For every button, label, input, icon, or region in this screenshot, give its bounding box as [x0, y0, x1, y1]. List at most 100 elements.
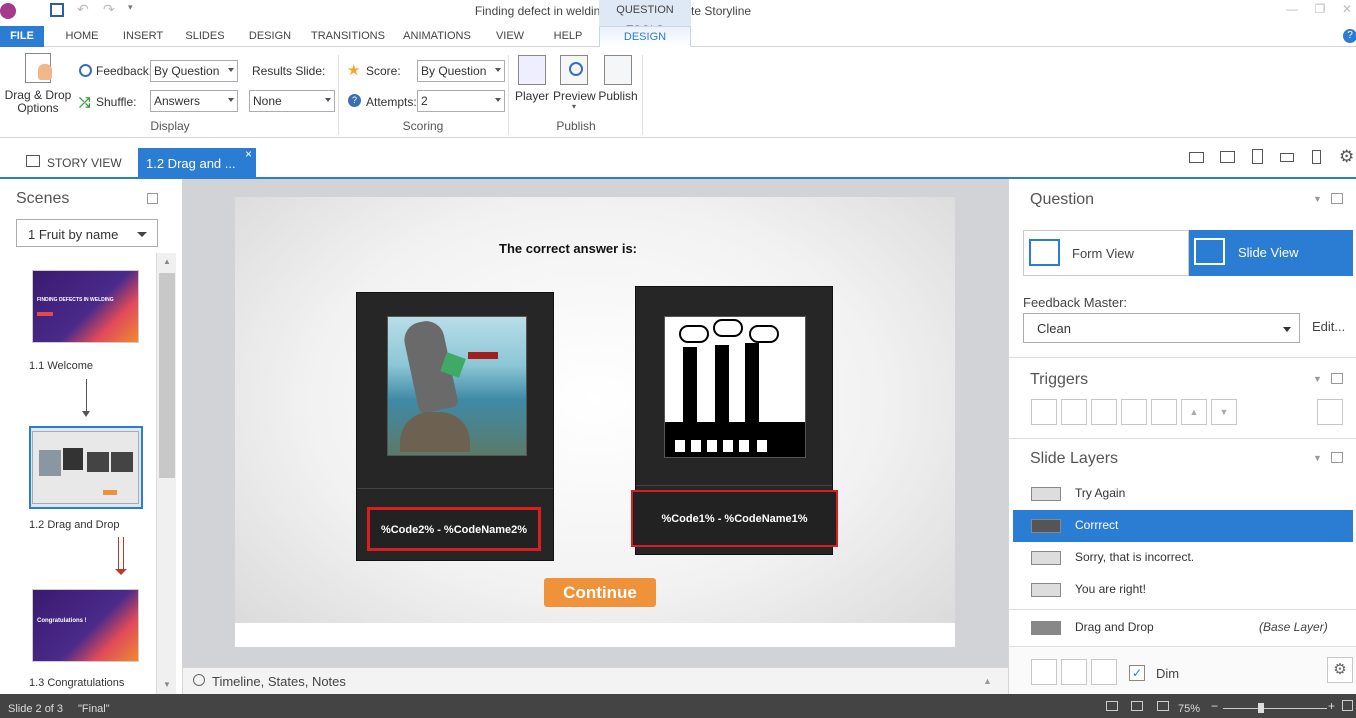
scroll-thumb[interactable] [159, 273, 175, 478]
timeline-bar[interactable]: Timeline, States, Notes ▲ [183, 667, 1008, 694]
close-icon[interactable]: ✕ [1336, 2, 1356, 20]
tablet-portrait-icon[interactable] [1252, 149, 1263, 164]
layer-name: Try Again [1075, 486, 1126, 500]
tab-file[interactable]: FILE [0, 26, 44, 47]
tab-slides[interactable]: SLIDES [180, 26, 230, 47]
slide-view-label: Slide View [1238, 245, 1299, 260]
phone-portrait-icon[interactable] [1312, 150, 1321, 164]
tab-view[interactable]: VIEW [490, 26, 530, 47]
help-icon[interactable]: ? [1343, 29, 1356, 43]
player-button[interactable]: Player [513, 55, 551, 103]
tablet-landscape-icon[interactable] [1220, 151, 1235, 163]
collapse-chevron-icon[interactable]: ▼ [1313, 374, 1322, 384]
feedback-master-label: Feedback Master: [1023, 295, 1128, 310]
caption-text-2: %Code1% - %CodeName1% [661, 513, 808, 525]
tab-help[interactable]: HELP [548, 26, 588, 47]
slide-canvas-area: The correct answer is: %Code2% - %CodeNa… [183, 179, 1008, 667]
form-view-button[interactable]: Form View [1023, 230, 1189, 276]
tab-home[interactable]: HOME [57, 26, 107, 47]
slide-stage[interactable]: The correct answer is: %Code2% - %CodeNa… [235, 197, 955, 647]
layer-settings-icon[interactable]: ⚙ [1327, 657, 1353, 683]
panel-undock-icon[interactable] [1331, 373, 1343, 384]
shuffle-dropdown[interactable]: Answers [150, 90, 238, 112]
thumb-title-text: FINDING DEFECTS IN WELDING [37, 297, 114, 303]
close-tab-icon[interactable]: × [245, 147, 252, 161]
score-dropdown[interactable]: By Question [417, 60, 505, 82]
duplicate-layer-icon[interactable] [1061, 659, 1087, 685]
maximize-icon[interactable]: ❐ [1309, 2, 1331, 20]
feedback-dropdown[interactable]: By Question [150, 60, 238, 82]
publish-button[interactable]: Publish [597, 55, 639, 103]
slide-thumbnail-drag-drop[interactable] [32, 431, 139, 504]
scene-dropdown[interactable]: 1 Fruit by name [16, 219, 158, 247]
preview-button[interactable]: Preview ▾ [553, 55, 596, 111]
caption-box-2: %Code1% - %CodeName1% [631, 490, 838, 547]
story-view-tab[interactable]: STORY VIEW [16, 150, 140, 178]
new-trigger-icon[interactable] [1031, 399, 1057, 425]
answer-card-2[interactable]: %Code1% - %CodeName1% [631, 286, 838, 555]
slide-thumbnail-congratulations[interactable]: Congratulations ! [32, 589, 139, 662]
new-layer-icon[interactable] [1031, 659, 1057, 685]
phone-landscape-icon[interactable] [1280, 153, 1294, 162]
attempts-dropdown[interactable]: 2 [417, 90, 505, 112]
tab-insert[interactable]: INSERT [117, 26, 169, 47]
slide-sorter-icon[interactable] [1131, 701, 1143, 711]
results-slide-dropdown[interactable]: None [249, 90, 335, 112]
tab-design[interactable]: DESIGN [244, 26, 296, 47]
edit-trigger-icon[interactable] [1061, 399, 1087, 425]
divider [1009, 357, 1356, 358]
thumb-congrats-text: Congratulations ! [37, 618, 87, 624]
settings-gear-icon[interactable]: ⚙ [1339, 147, 1354, 167]
collapse-chevron-icon[interactable]: ▼ [1313, 194, 1322, 204]
preview-dropdown-icon[interactable]: ▾ [553, 103, 595, 111]
drag-drop-options-button[interactable]: Drag & Drop Options [2, 53, 74, 119]
answer-card-1[interactable]: %Code2% - %CodeName2% [356, 292, 554, 561]
collapse-chevron-icon[interactable]: ▼ [1313, 453, 1322, 463]
slide-tab-active[interactable]: 1.2 Drag and ... × [138, 147, 256, 179]
edit-feedback-master-link[interactable]: Edit... [1312, 319, 1345, 334]
dim-checkbox[interactable]: ✓ [1129, 665, 1145, 681]
normal-view-icon[interactable] [1106, 701, 1118, 711]
layer-row-base[interactable]: Drag and Drop (Base Layer) [1013, 612, 1353, 644]
zoom-in-icon[interactable]: + [1328, 699, 1335, 713]
slide-view-button[interactable]: Slide View [1189, 230, 1353, 276]
layer-row-correct-selected[interactable]: Corrrect [1013, 510, 1353, 542]
arrow-head-icon [115, 569, 127, 575]
minimize-icon[interactable]: — [1281, 2, 1303, 20]
scroll-down-icon[interactable]: ▼ [163, 680, 171, 689]
results-slide-value: None [253, 94, 282, 108]
tab-animations[interactable]: ANIMATIONS [398, 26, 476, 47]
layer-row-incorrect[interactable]: Sorry, that is incorrect. [1013, 542, 1353, 574]
scroll-up-icon[interactable]: ▲ [163, 257, 171, 266]
panel-undock-icon[interactable] [1331, 193, 1343, 204]
slide-thumbnail-welcome[interactable]: FINDING DEFECTS IN WELDING [32, 270, 139, 343]
paste-trigger-icon[interactable] [1121, 399, 1147, 425]
layer-thumbnail [1031, 551, 1061, 565]
expand-up-icon[interactable]: ▲ [983, 676, 992, 686]
panel-undock-icon[interactable] [1331, 452, 1343, 463]
feedback-master-dropdown[interactable]: Clean [1023, 313, 1300, 343]
timeline-label: Timeline, States, Notes [212, 674, 346, 689]
fit-window-icon[interactable] [1342, 700, 1353, 711]
continue-button[interactable]: Continue [544, 578, 656, 607]
variables-icon[interactable] [1317, 399, 1343, 425]
tab-transitions[interactable]: TRANSITIONS [308, 26, 388, 47]
score-value: By Question [421, 64, 487, 78]
ribbon: Drag & Drop Options Feedback: By Questio… [0, 47, 1356, 138]
fit-icon[interactable] [1157, 701, 1169, 711]
move-down-icon[interactable]: ▼ [1211, 399, 1237, 425]
zoom-slider-thumb[interactable] [1258, 703, 1264, 713]
copy-trigger-icon[interactable] [1091, 399, 1117, 425]
tab-question-design[interactable]: DESIGN [599, 26, 691, 47]
move-up-icon[interactable]: ▲ [1181, 399, 1207, 425]
connector-arrow-red-2 [123, 537, 124, 571]
scenes-scrollbar[interactable]: ▲ ▼ [156, 253, 176, 694]
delete-layer-icon[interactable] [1091, 659, 1117, 685]
panel-collapse-icon[interactable] [147, 193, 158, 204]
delete-trigger-icon[interactable] [1151, 399, 1177, 425]
layer-row-you-are-right[interactable]: You are right! [1013, 574, 1353, 606]
layer-row-try-again[interactable]: Try Again [1013, 478, 1353, 510]
zoom-slider[interactable] [1223, 708, 1327, 709]
desktop-view-icon[interactable] [1189, 152, 1204, 163]
zoom-out-icon[interactable]: − [1211, 699, 1218, 713]
